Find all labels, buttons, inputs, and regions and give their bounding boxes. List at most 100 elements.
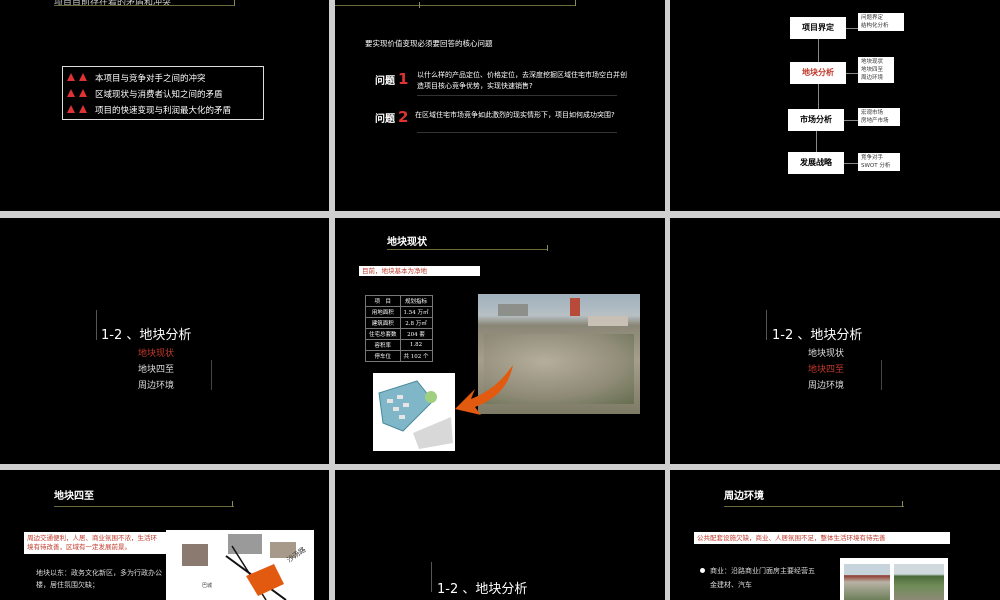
title-bracket <box>431 562 432 592</box>
table-cell: 用地面积 <box>365 306 401 318</box>
subitem-site-boundaries: 地块四至 <box>808 365 845 375</box>
table-row: 停车位共 102 个 <box>365 350 433 362</box>
flow-box-definition: 项目界定 <box>790 17 846 39</box>
question-2-label: 问题 2 <box>375 108 409 126</box>
section-title: 1-2 、地块分析 <box>101 328 192 343</box>
table-header: 项 目 <box>365 295 401 307</box>
rule-tick <box>419 2 420 8</box>
table-row: 建筑面积 2.8 万㎡ <box>365 317 433 329</box>
rule-tick <box>575 0 576 6</box>
slide1-top-text: 项目目前存在着的矛盾和冲突 <box>54 0 172 8</box>
map-drawing <box>225 545 287 600</box>
slide-title: 地块四至 <box>54 491 94 502</box>
subitem-site-status: 地块现状 <box>138 349 175 359</box>
building-shape <box>498 304 528 316</box>
flow-note-3: 宏观市场 房地产市场 <box>858 108 900 126</box>
flow-box-site-analysis: 地块分析 <box>790 62 846 84</box>
bullet-text: 商业：沿路商业门面房主要经营五金建材、汽车 <box>710 567 815 589</box>
slide-title: 地块现状 <box>387 237 427 248</box>
rule-tick <box>234 0 235 6</box>
table-header-row: 项 目 规划指标 <box>365 295 433 307</box>
slide-thumbnail-2[interactable]: 要实现价值变现必须要回答的核心问题 问题 1 以什么样的产品定位、价格定位，去深度… <box>335 0 665 211</box>
section-title: 1-2 、地块分析 <box>772 328 863 343</box>
title-rule <box>54 506 234 507</box>
table-row: 容积率 1.82 <box>365 339 433 351</box>
bullet-icon <box>79 89 87 97</box>
subitem-site-boundaries: 地块四至 <box>138 365 175 375</box>
bullet-icon <box>67 89 75 97</box>
slide-thumbnail-6[interactable]: 1-2 、地块分析 地块现状 地块四至 周边环境 <box>670 218 1000 464</box>
slide-thumbnail-4[interactable]: 1-2 、地块分析 地块现状 地块四至 周边环境 <box>0 218 329 464</box>
building-shape <box>570 298 580 316</box>
note-bar: 公共配套设施欠缺，商业、人居氛围不足，整体生活环境有待完善 <box>694 532 950 544</box>
table-cell: 1.82 <box>399 339 433 351</box>
boundary-map: 沙汤路 巴城 <box>166 530 314 600</box>
table-row: 住宅总套数 204 套 <box>365 328 433 340</box>
title-rule <box>387 249 547 250</box>
slide-thumbnail-5[interactable]: 地块现状 目前，地块基本为净地 项 目 规划指标 用地面积 1.54 万㎡ 建筑面… <box>335 218 665 464</box>
divider <box>417 95 617 96</box>
slide-title: 周边环境 <box>724 491 764 502</box>
slide-thumbnail-8[interactable]: 1-2 、地块分析 <box>335 470 665 600</box>
bracket <box>875 360 882 390</box>
list-item: 区域现状与消费者认知之间的矛盾 <box>67 88 223 100</box>
title-bracket <box>96 310 97 340</box>
slide2-heading: 要实现价值变现必须要回答的核心问题 <box>365 39 493 48</box>
bullet-icon <box>700 568 705 573</box>
bullet-icon <box>67 73 75 81</box>
list-item: 本项目与竞争对手之间的冲突 <box>67 72 206 84</box>
photo-thumb <box>894 564 944 600</box>
bullet-icon <box>79 73 87 81</box>
map-label: 巴城 <box>202 583 213 589</box>
bracket <box>205 360 212 390</box>
connector <box>846 28 858 29</box>
table-cell: 建筑面积 <box>365 317 401 329</box>
plan-indicator-table: 项 目 规划指标 用地面积 1.54 万㎡ 建筑面积 2.8 万㎡ 住宅总套数 204… <box>365 295 433 362</box>
list-item: 项目的快速变现与利润最大化的矛盾 <box>67 104 231 116</box>
subitem-site-status: 地块现状 <box>808 349 845 359</box>
divider <box>417 132 617 133</box>
bullet-icon <box>67 105 75 113</box>
connector <box>844 163 858 164</box>
table-cell: 共 102 个 <box>399 350 433 362</box>
title-rule <box>335 5 575 6</box>
table-row: 用地面积 1.54 万㎡ <box>365 306 433 318</box>
flow-note-1: 问题界定 结构化分析 <box>858 13 904 31</box>
site-plan-image <box>373 373 455 451</box>
connector <box>844 120 858 121</box>
bullet-icon <box>79 105 87 113</box>
flow-arrow <box>816 131 817 152</box>
note-bar: 周边交通便利，人居、商业氛围不浓，生活环境有待改善，区域有一定发展前景。 <box>24 532 166 554</box>
slide-thumbnail-7[interactable]: 地块四至 周边交通便利，人居、商业氛围不浓，生活环境有待改善，区域有一定发展前景… <box>0 470 329 600</box>
table-cell: 住宅总套数 <box>365 328 401 340</box>
rule-tick <box>547 245 548 251</box>
connector <box>846 73 858 74</box>
title-rule <box>724 506 904 507</box>
rule-tick <box>232 501 233 507</box>
conflict-list-box: 本项目与竞争对手之间的冲突 区域现状与消费者认知之间的矛盾 项目的快速变现与利润… <box>62 66 264 120</box>
table-cell: 204 套 <box>399 328 433 340</box>
note-bar: 目前，地块基本为净地 <box>359 266 480 276</box>
subitem-surroundings: 周边环境 <box>808 381 845 391</box>
building-shape <box>588 316 628 326</box>
body-text: 地块以东：政务文化新区，多为行政办公楼，居住氛围欠缺； <box>36 569 162 589</box>
flow-box-strategy: 发展战略 <box>788 152 844 174</box>
table-header: 规划指标 <box>399 295 433 307</box>
table-cell: 停车位 <box>365 350 401 362</box>
flow-note-2: 地块现状 地块四至 周边环境 <box>858 57 894 83</box>
question-1-text: 以什么样的产品定位、价格定位，去深度挖掘区域住宅市场空白并创造项目核心竞争优势，… <box>417 71 627 90</box>
flow-arrow <box>818 39 819 62</box>
flow-note-4: 竞争对手 SWOT 分析 <box>858 153 900 171</box>
slide-thumbnail-9[interactable]: 周边环境 公共配套设施欠缺，商业、人居氛围不足，整体生活环境有待完善 商业：沿路… <box>670 470 1000 600</box>
section-title: 1-2 、地块分析 <box>437 582 528 597</box>
subitem-surroundings: 周边环境 <box>138 381 175 391</box>
question-2-text: 在区域住宅市场竞争如此激烈的现实情形下，项目如何成功突围? <box>415 111 615 119</box>
title-bracket <box>766 310 767 340</box>
title-rule <box>54 5 234 6</box>
slide-thumbnail-3[interactable]: 项目界定 地块分析 市场分析 发展战略 问题界定 结构化分析 地块现状 地块四至… <box>670 0 1000 211</box>
slide-thumbnail-1[interactable]: 项目目前存在着的矛盾和冲突 本项目与竞争对手之间的冲突 区域现状与消费者认知之间… <box>0 0 329 211</box>
flow-box-market-analysis: 市场分析 <box>788 109 844 131</box>
table-cell: 2.8 万㎡ <box>399 317 433 329</box>
surroundings-photos <box>840 558 948 600</box>
table-cell: 1.54 万㎡ <box>399 306 433 318</box>
